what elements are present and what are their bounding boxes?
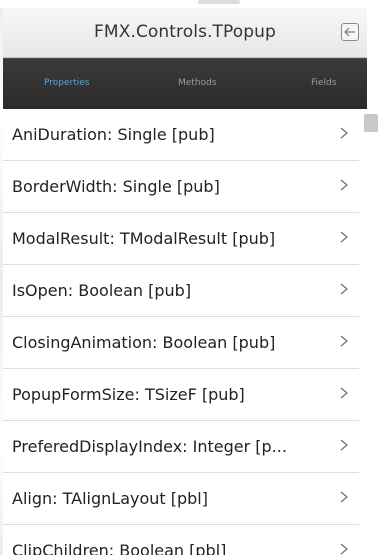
list-item-label: AniDuration: Single [pub] (12, 125, 215, 144)
chevron-right-icon (340, 127, 348, 139)
list-item[interactable]: IsOpen: Boolean [pub] (3, 265, 359, 317)
vertical-scrollbar[interactable] (361, 109, 381, 555)
property-list: AniDuration: Single [pub] BorderWidth: S… (3, 109, 359, 555)
list-item-label: ClipChildren: Boolean [pbl] (12, 541, 227, 555)
list-item[interactable]: ClipChildren: Boolean [pbl] (3, 525, 359, 555)
tab-properties[interactable]: Properties (44, 58, 89, 109)
list-item-label: BorderWidth: Single [pub] (12, 177, 220, 196)
partial-window-fragment (198, 0, 240, 4)
arrow-left-icon (344, 27, 355, 37)
list-item[interactable]: PreferedDisplayIndex: Integer [p... (3, 421, 359, 473)
back-button[interactable] (341, 23, 359, 41)
page-title: FMX.Controls.TPopup (94, 22, 276, 42)
title-bar: FMX.Controls.TPopup (3, 8, 367, 58)
list-item[interactable]: Align: TAlignLayout [pbl] (3, 473, 359, 525)
list-item[interactable]: ClosingAnimation: Boolean [pub] (3, 317, 359, 369)
list-item[interactable]: ModalResult: TModalResult [pub] (3, 213, 359, 265)
chevron-right-icon (340, 335, 348, 347)
tab-fields[interactable]: Fields (311, 58, 336, 109)
list-item[interactable]: AniDuration: Single [pub] (3, 109, 359, 161)
scrollbar-thumb[interactable] (364, 114, 378, 132)
chevron-right-icon (340, 387, 348, 399)
list-item-label: PopupFormSize: TSizeF [pub] (12, 385, 245, 404)
chevron-right-icon (340, 543, 348, 555)
tab-bar: Properties Methods Fields (3, 58, 367, 109)
list-item-label: Align: TAlignLayout [pbl] (12, 489, 208, 508)
chevron-right-icon (340, 439, 348, 451)
list-item[interactable]: BorderWidth: Single [pub] (3, 161, 359, 213)
list-item-label: ModalResult: TModalResult [pub] (12, 229, 276, 248)
chevron-right-icon (340, 231, 348, 243)
app-window: FMX.Controls.TPopup Properties Methods F… (0, 0, 381, 555)
top-strip (0, 0, 381, 8)
list-item-label: IsOpen: Boolean [pub] (12, 281, 192, 300)
chevron-right-icon (340, 179, 348, 191)
list-item-label: ClosingAnimation: Boolean [pub] (12, 333, 276, 352)
tab-methods[interactable]: Methods (178, 58, 216, 109)
chevron-right-icon (340, 491, 348, 503)
list-item-label: PreferedDisplayIndex: Integer [p... (12, 437, 287, 456)
chevron-right-icon (340, 283, 348, 295)
list-item[interactable]: PopupFormSize: TSizeF [pub] (3, 369, 359, 421)
